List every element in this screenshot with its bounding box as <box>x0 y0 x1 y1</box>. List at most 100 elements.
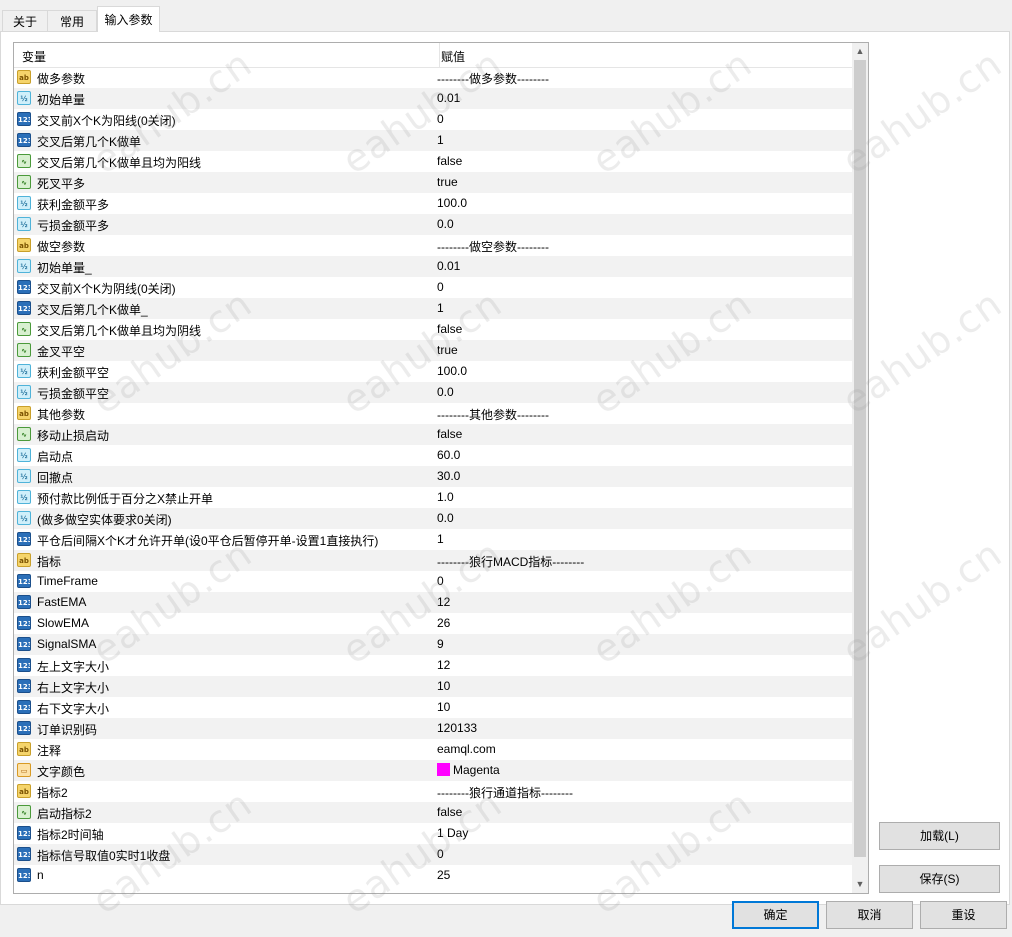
param-value[interactable]: 0.0 <box>437 385 454 399</box>
parameter-row[interactable]: ∿ 交叉后第几个K做单且均为阳线 false <box>14 151 852 172</box>
parameter-row[interactable]: 123 指标2时间轴 1 Day <box>14 823 852 844</box>
param-value[interactable]: 120133 <box>437 721 477 735</box>
parameter-row[interactable]: ½ (做多做空实体要求0关闭) 0.0 <box>14 508 852 529</box>
param-value[interactable]: 26 <box>437 616 450 630</box>
parameter-row[interactable]: 123 n 25 <box>14 865 852 886</box>
param-value[interactable]: --------做空参数-------- <box>437 238 549 255</box>
save-button[interactable]: 保存(S) <box>879 865 1000 893</box>
param-value[interactable]: 0 <box>437 574 444 588</box>
param-value[interactable]: false <box>437 154 462 168</box>
vertical-scrollbar[interactable]: ▲ ▼ <box>852 43 868 893</box>
parameter-row[interactable]: 123 交叉前X个K为阳线(0关闭) 0 <box>14 109 852 130</box>
tab-input-params[interactable]: 输入参数 <box>97 6 160 32</box>
parameter-row[interactable]: ab 注释 eamql.com <box>14 739 852 760</box>
param-value[interactable]: 0.0 <box>437 217 454 231</box>
param-value[interactable]: true <box>437 343 458 357</box>
tab-common[interactable]: 常用 <box>47 10 97 32</box>
parameter-row[interactable]: 123 右下文字大小 10 <box>14 697 852 718</box>
parameter-row[interactable]: ½ 初始单量_ 0.01 <box>14 256 852 277</box>
parameter-row[interactable]: ∿ 移动止损启动 false <box>14 424 852 445</box>
param-value[interactable]: 0 <box>437 112 444 126</box>
column-header-value[interactable]: 赋值 <box>441 48 465 65</box>
parameter-row[interactable]: 123 指标信号取值0实时1收盘 0 <box>14 844 852 865</box>
param-value[interactable]: 30.0 <box>437 469 460 483</box>
parameter-row[interactable]: ∿ 启动指标2 false <box>14 802 852 823</box>
param-value[interactable]: 0 <box>437 847 444 861</box>
param-value[interactable]: 100.0 <box>437 364 467 378</box>
parameter-row[interactable]: ∿ 金叉平空 true <box>14 340 852 361</box>
parameter-row[interactable]: ½ 亏损金额平多 0.0 <box>14 214 852 235</box>
param-value[interactable]: true <box>437 175 458 189</box>
cancel-button[interactable]: 取消 <box>826 901 913 929</box>
ok-button[interactable]: 确定 <box>732 901 819 929</box>
parameter-row[interactable]: 123 右上文字大小 10 <box>14 676 852 697</box>
param-value[interactable]: 1 <box>437 133 444 147</box>
parameter-row[interactable]: ▭ 文字颜色 Magenta <box>14 760 852 781</box>
parameter-row[interactable]: 123 TimeFrame 0 <box>14 571 852 592</box>
parameter-rows: ab做多参数--------做多参数--------½初始单量0.01123交叉… <box>14 67 852 886</box>
parameter-row[interactable]: 123 左上文字大小 12 <box>14 655 852 676</box>
parameter-row[interactable]: ½ 启动点 60.0 <box>14 445 852 466</box>
param-type-dbl-icon: ½ <box>17 448 31 462</box>
param-value[interactable]: 10 <box>437 679 450 693</box>
param-value[interactable]: --------狼行通道指标-------- <box>437 784 573 801</box>
param-value[interactable]: false <box>437 322 462 336</box>
param-value[interactable]: 100.0 <box>437 196 467 210</box>
parameter-row[interactable]: 123 订单识别码 120133 <box>14 718 852 739</box>
param-value[interactable]: 60.0 <box>437 448 460 462</box>
param-value[interactable]: --------做多参数-------- <box>437 70 549 87</box>
parameter-row[interactable]: ab 指标2 --------狼行通道指标-------- <box>14 781 852 802</box>
parameter-row[interactable]: 123 SlowEMA 26 <box>14 613 852 634</box>
parameter-row[interactable]: 123 交叉后第几个K做单_ 1 <box>14 298 852 319</box>
load-button[interactable]: 加载(L) <box>879 822 1000 850</box>
parameter-row[interactable]: ∿ 交叉后第几个K做单且均为阴线 false <box>14 319 852 340</box>
param-value[interactable]: 1 <box>437 532 444 546</box>
param-value[interactable]: 1 Day <box>437 826 468 840</box>
param-value[interactable]: false <box>437 805 462 819</box>
param-type-bool-icon: ∿ <box>17 175 31 189</box>
param-value[interactable]: 1 <box>437 301 444 315</box>
param-value[interactable]: 1.0 <box>437 490 454 504</box>
parameter-row[interactable]: ab 做空参数 --------做空参数-------- <box>14 235 852 256</box>
param-value[interactable]: 12 <box>437 658 450 672</box>
param-value[interactable]: 0.01 <box>437 259 460 273</box>
parameter-row[interactable]: ab 做多参数 --------做多参数-------- <box>14 67 852 88</box>
parameter-row[interactable]: ∿ 死叉平多 true <box>14 172 852 193</box>
param-name: 亏损金额平多 <box>37 219 110 233</box>
column-header-variable[interactable]: 变量 <box>22 48 46 65</box>
parameter-row[interactable]: 123 交叉前X个K为阴线(0关闭) 0 <box>14 277 852 298</box>
param-value[interactable]: 25 <box>437 868 450 882</box>
param-type-int-icon: 123 <box>17 658 31 672</box>
param-value[interactable]: --------其他参数-------- <box>437 406 549 423</box>
parameter-row[interactable]: 123 平仓后间隔X个K才允许开单(设0平仓后暂停开单-设置1直接执行) 1 <box>14 529 852 550</box>
reset-button[interactable]: 重设 <box>920 901 1007 929</box>
scroll-thumb[interactable] <box>854 60 866 857</box>
param-value[interactable]: 9 <box>437 637 444 651</box>
param-value[interactable]: 10 <box>437 700 450 714</box>
param-value[interactable]: eamql.com <box>437 742 496 756</box>
param-name: 启动指标2 <box>37 807 92 821</box>
param-value[interactable]: 12 <box>437 595 450 609</box>
parameter-row[interactable]: ½ 回撤点 30.0 <box>14 466 852 487</box>
parameter-row[interactable]: 123 FastEMA 12 <box>14 592 852 613</box>
parameter-row[interactable]: ½ 亏损金额平空 0.0 <box>14 382 852 403</box>
param-value[interactable]: 0 <box>437 280 444 294</box>
parameter-row[interactable]: ½ 获利金额平空 100.0 <box>14 361 852 382</box>
parameter-row[interactable]: ab 其他参数 --------其他参数-------- <box>14 403 852 424</box>
param-value[interactable]: Magenta <box>437 763 500 777</box>
param-value[interactable]: --------狼行MACD指标-------- <box>437 553 584 570</box>
scroll-up-arrow-icon[interactable]: ▲ <box>852 43 868 60</box>
tab-about[interactable]: 关于 <box>2 10 48 32</box>
parameter-row[interactable]: ½ 预付款比例低于百分之X禁止开单 1.0 <box>14 487 852 508</box>
param-name: 启动点 <box>37 450 74 464</box>
param-value[interactable]: false <box>437 427 462 441</box>
parameter-row[interactable]: ½ 初始单量 0.01 <box>14 88 852 109</box>
parameter-row[interactable]: 123 交叉后第几个K做单 1 <box>14 130 852 151</box>
parameter-row[interactable]: ½ 获利金额平多 100.0 <box>14 193 852 214</box>
parameter-row[interactable]: ab 指标 --------狼行MACD指标-------- <box>14 550 852 571</box>
param-name: 获利金额平空 <box>37 366 110 380</box>
param-value[interactable]: 0.01 <box>437 91 460 105</box>
parameter-row[interactable]: 123 SignalSMA 9 <box>14 634 852 655</box>
param-value[interactable]: 0.0 <box>437 511 454 525</box>
scroll-down-arrow-icon[interactable]: ▼ <box>852 876 868 893</box>
